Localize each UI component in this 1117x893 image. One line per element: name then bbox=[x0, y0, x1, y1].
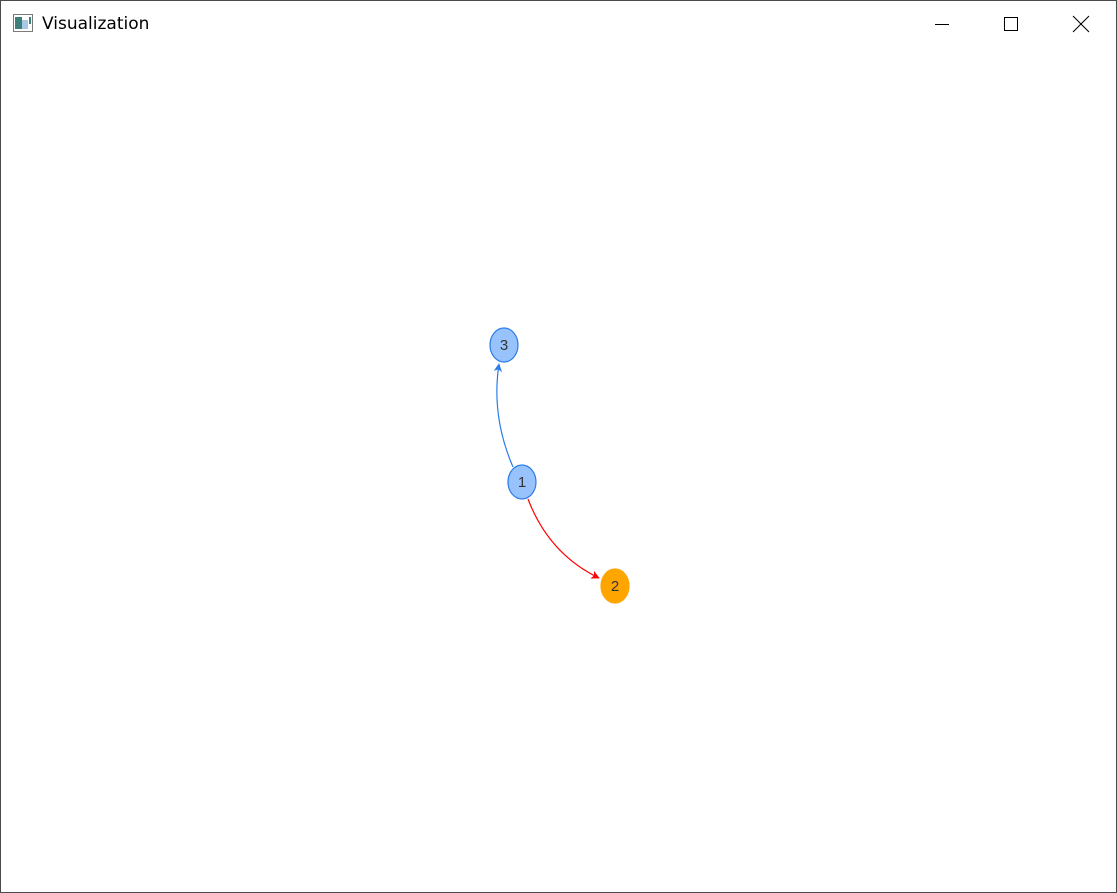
minimize-icon bbox=[935, 23, 949, 25]
close-icon bbox=[1072, 15, 1090, 32]
edge-1-2[interactable] bbox=[527, 498, 600, 579]
window-title: Visualization bbox=[42, 14, 150, 34]
minimize-button[interactable] bbox=[919, 1, 965, 46]
graph-node-2[interactable]: 2 bbox=[600, 568, 630, 604]
close-button[interactable] bbox=[1058, 1, 1104, 46]
maximize-button[interactable] bbox=[988, 1, 1034, 46]
graph-canvas[interactable]: 3 1 2 bbox=[1, 46, 1116, 892]
node-label-1: 1 bbox=[518, 474, 526, 491]
app-icon bbox=[13, 14, 33, 32]
node-label-3: 3 bbox=[500, 337, 508, 354]
graph-node-1[interactable]: 1 bbox=[507, 464, 537, 500]
edge-1-3[interactable] bbox=[493, 363, 514, 468]
graph-node-3[interactable]: 3 bbox=[489, 327, 519, 363]
title-bar[interactable]: Visualization bbox=[1, 1, 1116, 46]
app-window: Visualization 3 1 2 bbox=[0, 0, 1117, 893]
node-label-2: 2 bbox=[611, 578, 619, 595]
maximize-icon bbox=[1004, 16, 1018, 31]
